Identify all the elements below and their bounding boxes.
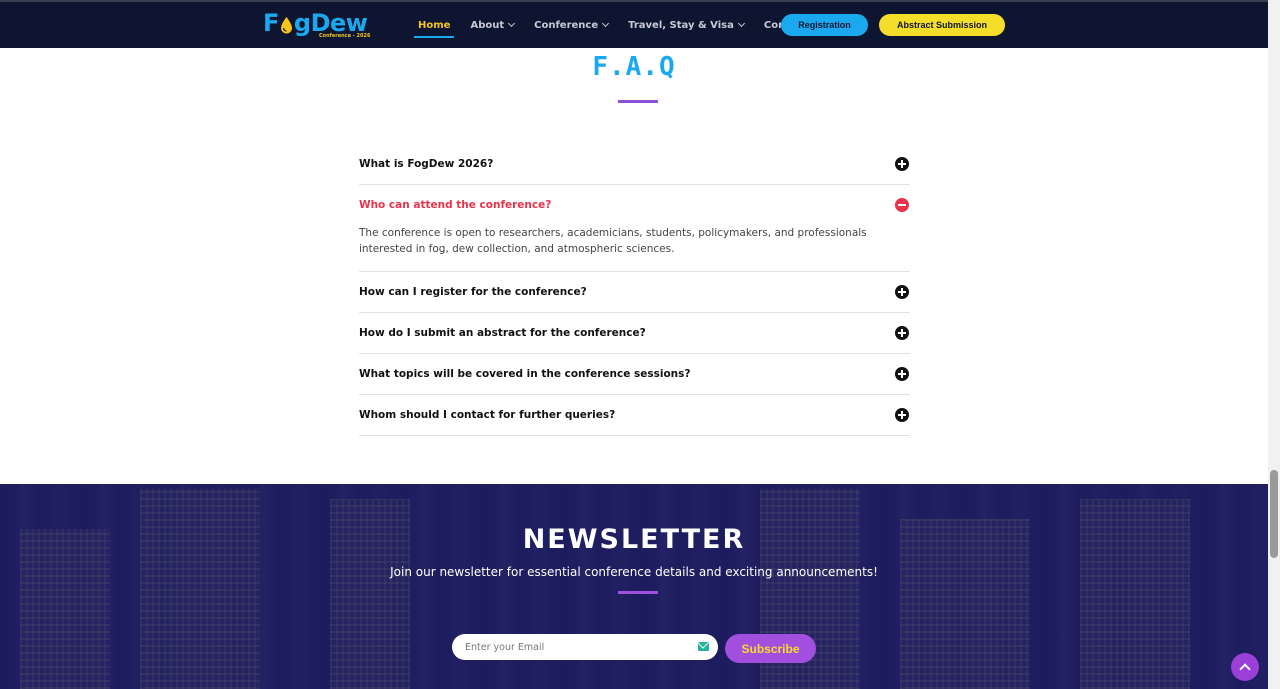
faq-title-divider [618, 100, 658, 103]
email-input[interactable] [465, 641, 685, 653]
nav-travel-stay-visa[interactable]: Travel, Stay & Visa [628, 2, 745, 48]
faq-answer: The conference is open to researchers, a… [359, 227, 867, 255]
faq-item: How do I submit an abstract for the conf… [359, 313, 910, 354]
chevron-down-icon [602, 19, 610, 28]
logo-tagline: Conference - 2026 [319, 33, 371, 39]
newsletter-section: NEWSLETTER Join our newsletter for essen… [0, 484, 1268, 689]
faq-question-toggle[interactable]: Whom should I contact for further querie… [359, 395, 910, 435]
arrow-up-icon [1239, 663, 1251, 675]
faq-item: Who can attend the conference? The confe… [359, 185, 910, 272]
logo-text-part1: F [263, 9, 279, 37]
faq-title: F.A.Q [592, 52, 676, 82]
chevron-down-icon [508, 19, 516, 28]
nav-travel-label: Travel, Stay & Visa [628, 19, 734, 31]
plus-circle-icon[interactable] [895, 408, 909, 422]
faq-accordion: What is FogDew 2026? Who can attend the … [359, 143, 910, 436]
minus-circle-icon[interactable] [895, 198, 909, 212]
chevron-down-icon [737, 19, 745, 28]
scroll-to-top-button[interactable] [1231, 653, 1259, 681]
faq-question-toggle[interactable]: How can I register for the conference? [359, 272, 910, 312]
newsletter-divider [618, 591, 658, 594]
faq-question: How can I register for the conference? [359, 286, 587, 298]
faq-question: What topics will be covered in the confe… [359, 368, 691, 380]
faq-question-toggle[interactable]: What is FogDew 2026? [359, 143, 910, 184]
faq-question: What is FogDew 2026? [359, 157, 494, 170]
fogdew-logo[interactable]: F gDew Conference - 2026 [263, 10, 375, 42]
nav-conference[interactable]: Conference [534, 2, 610, 48]
newsletter-title: NEWSLETTER [522, 524, 746, 555]
nav-about[interactable]: About [470, 2, 516, 48]
mail-icon [698, 642, 709, 651]
scrollbar-thumb[interactable] [1270, 470, 1278, 558]
faq-question-toggle[interactable]: What topics will be covered in the confe… [359, 354, 910, 394]
faq-question-toggle[interactable]: Who can attend the conference? [359, 185, 910, 225]
plus-circle-icon[interactable] [895, 326, 909, 340]
faq-item: How can I register for the conference? [359, 272, 910, 313]
faq-item: What is FogDew 2026? [359, 143, 910, 185]
nav-home-label: Home [418, 19, 451, 31]
faq-question-toggle[interactable]: How do I submit an abstract for the conf… [359, 313, 910, 353]
nav-home[interactable]: Home [413, 2, 455, 48]
plus-circle-icon[interactable] [895, 156, 909, 171]
faq-item: Whom should I contact for further querie… [359, 395, 910, 436]
faq-question: Whom should I contact for further querie… [359, 409, 616, 421]
plus-circle-icon[interactable] [895, 285, 909, 299]
subscribe-button[interactable]: Subscribe [725, 634, 816, 663]
nav-conference-label: Conference [534, 19, 599, 31]
top-navbar: F gDew Conference - 2026 Home About Conf… [0, 0, 1268, 48]
email-field-wrapper [452, 634, 718, 660]
faq-question: Who can attend the conference? [359, 199, 552, 211]
faq-item: What topics will be covered in the confe… [359, 354, 910, 395]
nav-about-label: About [470, 19, 505, 31]
newsletter-subtitle: Join our newsletter for essential confer… [390, 565, 878, 579]
plus-circle-icon[interactable] [895, 367, 909, 381]
registration-button[interactable]: Registration [781, 14, 868, 36]
logo-drop-icon [280, 16, 292, 33]
page-scrollbar[interactable] [1268, 0, 1280, 689]
faq-question: How do I submit an abstract for the conf… [359, 327, 646, 339]
main-menu: Home About Conference Travel, Stay & Vis… [413, 2, 827, 48]
abstract-submission-button[interactable]: Abstract Submission [879, 14, 1005, 36]
